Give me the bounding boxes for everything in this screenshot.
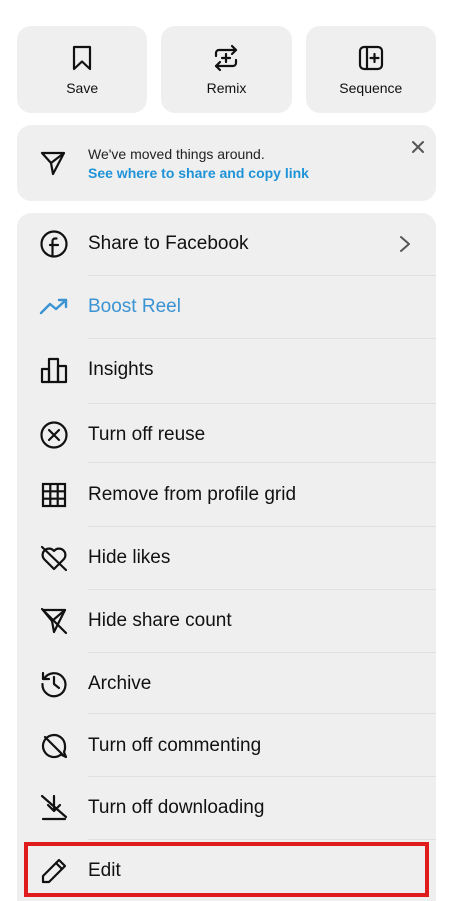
menu-item-boost-reel[interactable]: Boost Reel [17, 276, 436, 338]
menu-item-label: Boost Reel [88, 296, 181, 317]
menu-item-edit[interactable]: Edit [17, 840, 436, 901]
menu-item-label: Edit [88, 860, 121, 881]
chevron-right-icon [400, 236, 410, 252]
remix-icon [215, 44, 238, 71]
menu-item-label: Hide share count [88, 610, 232, 631]
send-off-icon [40, 607, 68, 635]
close-icon[interactable] [408, 137, 428, 157]
sequence-button[interactable]: Sequence [305, 26, 436, 113]
options-menu: Share to Facebook Boost Reel Insights Tu… [17, 213, 436, 901]
comment-off-icon [41, 733, 68, 759]
menu-item-remove-profile-grid[interactable]: Remove from profile grid [17, 464, 436, 526]
sequence-label: Sequence [339, 79, 403, 96]
menu-item-label: Insights [88, 359, 154, 380]
notice-title: We've moved things around. [88, 146, 265, 162]
divider [88, 713, 436, 714]
sequence-icon [358, 45, 383, 70]
download-off-icon [40, 794, 68, 821]
x-circle-icon [40, 421, 68, 449]
menu-item-turn-off-reuse[interactable]: Turn off reuse [17, 404, 436, 466]
menu-item-label: Turn off commenting [88, 735, 262, 756]
menu-item-label: Share to Facebook [88, 233, 249, 254]
remix-button[interactable]: Remix [161, 26, 292, 113]
menu-item-share-facebook[interactable]: Share to Facebook [17, 213, 436, 275]
menu-item-label: Archive [88, 673, 152, 694]
notice-link[interactable]: See where to share and copy link [88, 165, 309, 181]
menu-item-hide-share-count[interactable]: Hide share count [17, 590, 436, 652]
pencil-icon [41, 858, 67, 884]
menu-item-archive[interactable]: Archive [17, 653, 436, 715]
menu-item-turn-off-commenting[interactable]: Turn off commenting [17, 715, 436, 777]
grid-icon [41, 482, 67, 508]
divider [88, 462, 436, 463]
save-button[interactable]: Save [17, 26, 148, 113]
heart-off-icon [40, 545, 68, 572]
menu-item-label: Turn off downloading [88, 797, 265, 818]
menu-item-insights[interactable]: Insights [17, 339, 436, 401]
menu-item-label: Remove from profile grid [88, 484, 297, 505]
remix-label: Remix [206, 79, 247, 96]
menu-item-hide-likes[interactable]: Hide likes [17, 527, 436, 589]
save-label: Save [66, 79, 99, 96]
bookmark-icon [73, 45, 92, 70]
trending-up-icon [39, 298, 68, 315]
send-icon [40, 151, 66, 176]
menu-item-turn-off-downloading[interactable]: Turn off downloading [17, 777, 436, 839]
bar-chart-icon [40, 357, 68, 384]
menu-item-label: Hide likes [88, 547, 171, 568]
facebook-icon [40, 230, 68, 258]
menu-item-label: Turn off reuse [88, 424, 206, 445]
top-actions: Save Remix Sequence [17, 26, 436, 113]
post-options-sheet: Save Remix Sequence We've moved things a… [0, 0, 453, 901]
moved-notice: We've moved things around. See where to … [17, 125, 436, 201]
archive-history-icon [41, 671, 67, 698]
